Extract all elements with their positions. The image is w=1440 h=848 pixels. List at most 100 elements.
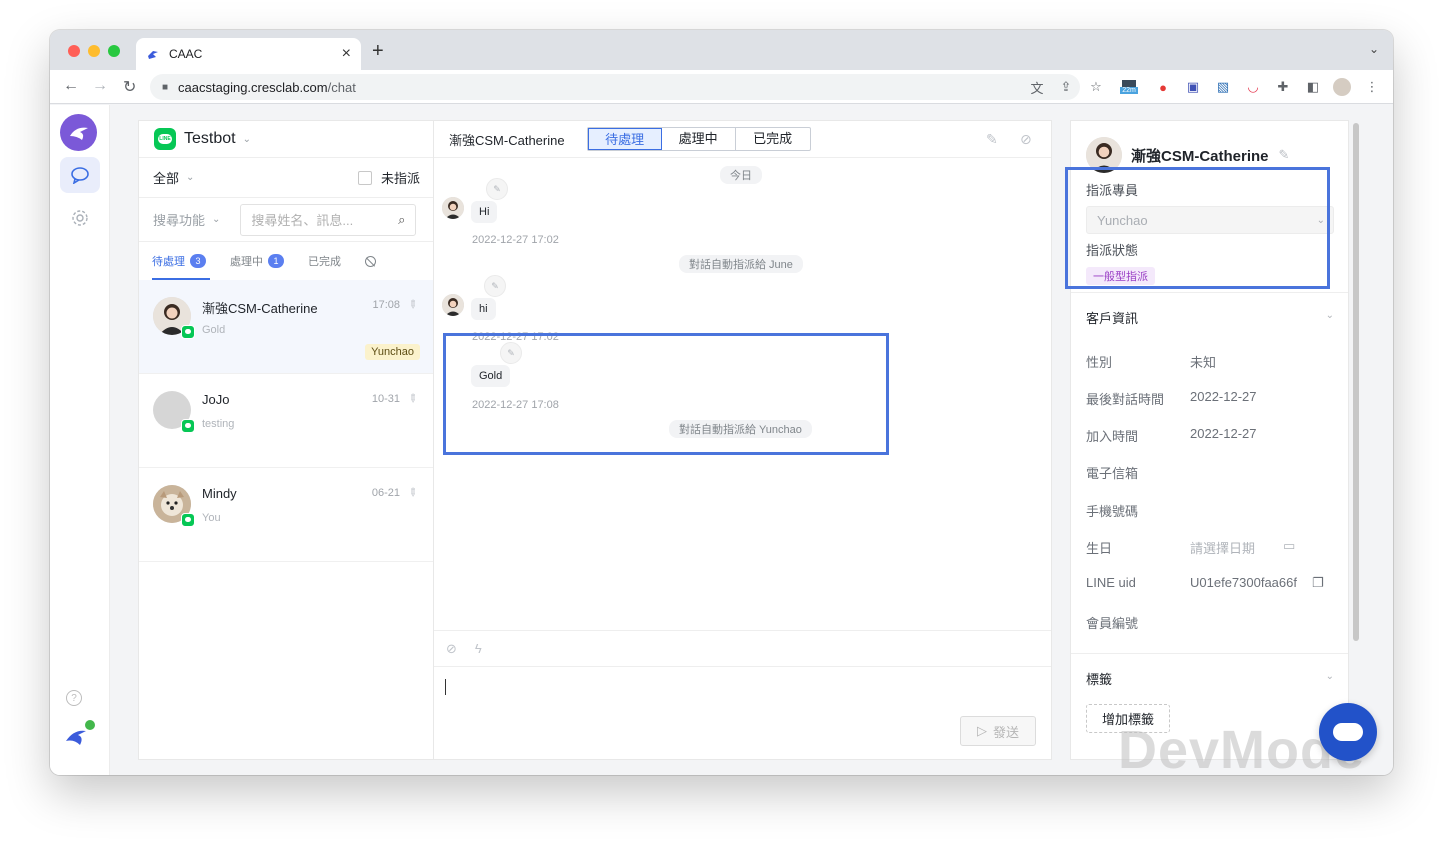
new-tab-button[interactable]: + <box>372 40 384 63</box>
profile-avatar[interactable] <box>1333 78 1351 96</box>
message-bubble: hi <box>471 298 496 320</box>
extension-s-icon[interactable]: ▧ <box>1214 78 1232 96</box>
field-label: 生日 <box>1086 541 1113 556</box>
send-label: 發送 <box>992 724 1019 740</box>
pin-icon[interactable]: ✎ <box>986 131 998 148</box>
unassigned-label: 未指派 <box>380 171 420 186</box>
pin-icon[interactable]: ✎ <box>405 297 421 312</box>
text-cursor[interactable] <box>445 679 446 695</box>
gear-icon <box>72 210 88 226</box>
tab-done[interactable]: 已完成 <box>308 253 341 269</box>
status-segmented-control: 待處理 處理中 已完成 <box>586 127 811 151</box>
conversation-item[interactable]: 漸強CSM-Catherine Gold 17:08 ✎ Yunchao <box>139 280 434 374</box>
field-label: 加入時間 <box>1086 429 1139 444</box>
bot-selector[interactable]: LINE Testbot ⌄ <box>139 121 434 158</box>
address-bar[interactable]: ■ caacstaging.cresclab.com/chat <box>150 74 1080 100</box>
last-message-time: 17:08 <box>372 299 400 311</box>
maximize-window-button[interactable] <box>108 45 120 57</box>
support-chat-button[interactable] <box>1319 703 1377 761</box>
close-window-button[interactable] <box>68 45 80 57</box>
reload-icon[interactable]: ↻ <box>123 77 136 97</box>
app-logo[interactable] <box>60 114 97 151</box>
block-icon[interactable]: ⊘ <box>1020 131 1032 148</box>
chat-nav-icon[interactable] <box>60 157 100 193</box>
status-done-button[interactable]: 已完成 <box>736 128 810 150</box>
extension-tag-icon[interactable]: ▣ <box>1184 78 1202 96</box>
extension-red-icon[interactable]: ● <box>1154 78 1172 96</box>
field-value: 2022-12-27 <box>1190 389 1257 404</box>
last-message-preview: Gold <box>202 324 226 336</box>
assignee-tag: Yunchao <box>365 344 420 360</box>
close-tab-icon[interactable]: × <box>342 45 351 63</box>
profile-scrollbar[interactable] <box>1353 123 1359 641</box>
copy-icon[interactable]: ❐ <box>1312 575 1324 591</box>
chevron-down-icon[interactable]: ⌄ <box>1326 671 1334 682</box>
chat-panel: 漸強CSM-Catherine 待處理 處理中 已完成 ✎ ⊘ 今日 ✎ Hi … <box>433 120 1052 760</box>
tab-in-progress[interactable]: 處理中 1 <box>230 253 284 269</box>
back-arrow-icon[interactable]: ← <box>63 77 79 95</box>
contact-name: 漸強CSM-Catherine <box>202 301 318 316</box>
extension-timer-icon[interactable]: 22m <box>1120 78 1138 96</box>
brand-mark-icon <box>64 719 96 754</box>
chevron-down-icon[interactable]: ⌄ <box>1326 310 1334 321</box>
date-divider: 今日 <box>720 166 762 184</box>
customer-info-title[interactable]: 客戶資訊 <box>1086 308 1138 327</box>
nav-rail: ? <box>50 105 110 775</box>
chat-bubble-icon <box>1333 723 1363 741</box>
filter-all-dropdown[interactable]: 全部 <box>153 168 179 187</box>
divider <box>1071 653 1348 654</box>
line-channel-icon <box>181 325 195 339</box>
bot-name: Testbot <box>184 130 236 147</box>
pin-icon[interactable]: ✎ <box>405 391 421 406</box>
status-pending-button[interactable]: 待處理 <box>587 128 662 150</box>
tab-strip: CAAC × + ⌄ <box>50 30 1393 70</box>
pocket-icon[interactable]: ◡ <box>1244 78 1262 96</box>
conversation-item[interactable]: Mindy You 06-21 ✎ <box>139 468 434 562</box>
quick-reply-icon[interactable]: ϟ <box>475 641 482 656</box>
browser-menu-icon[interactable]: ⋮ <box>1363 78 1381 96</box>
logo-mark-icon <box>69 127 88 140</box>
unassigned-checkbox[interactable] <box>357 170 372 185</box>
tags-title[interactable]: 標籤 <box>1086 669 1112 688</box>
profile-name: 漸強CSM-Catherine <box>1131 147 1269 165</box>
tab-blocked[interactable] <box>365 255 376 267</box>
pending-count-badge: 3 <box>190 254 206 268</box>
search-input[interactable]: 搜尋姓名、訊息... ⌕ <box>240 203 417 236</box>
conversation-item[interactable]: JoJo testing 10-31 ✎ <box>139 374 434 468</box>
bookmark-star-icon[interactable]: ☆ <box>1087 78 1105 96</box>
birthday-date-picker[interactable]: 請選擇日期 <box>1190 538 1255 557</box>
in-progress-count-badge: 1 <box>268 254 284 268</box>
calendar-icon[interactable]: ▭ <box>1283 538 1295 554</box>
chat-contact-name: 漸強CSM-Catherine <box>449 132 565 148</box>
pin-message-icon[interactable]: ✎ <box>484 275 506 297</box>
help-icon[interactable]: ? <box>66 690 82 706</box>
share-icon[interactable]: ⇪ <box>1057 78 1075 96</box>
message-time: 2022-12-27 17:02 <box>472 234 559 246</box>
divider <box>1071 292 1348 293</box>
settings-nav-icon[interactable] <box>60 200 100 236</box>
side-panel-icon[interactable]: ◧ <box>1304 78 1322 96</box>
search-scope-dropdown[interactable]: 搜尋功能 <box>153 210 205 229</box>
browser-tab[interactable]: CAAC × <box>136 38 361 70</box>
tab-search-chevron-icon[interactable]: ⌄ <box>1369 42 1379 56</box>
status-in-progress-button[interactable]: 處理中 <box>662 128 736 150</box>
avatar <box>442 294 464 316</box>
send-button[interactable]: ▷ 發送 <box>960 716 1036 746</box>
forward-arrow-icon[interactable]: → <box>92 77 108 95</box>
minimize-window-button[interactable] <box>88 45 100 57</box>
extensions-puzzle-icon[interactable]: ✚ <box>1274 78 1292 96</box>
tab-pending[interactable]: 待處理 3 <box>152 253 206 269</box>
search-icon[interactable]: ⌕ <box>398 212 405 228</box>
app-body: ? LINE Testbot ⌄ 全部 ⌄ 未指派 搜尋功能 ⌄ 搜尋姓名、訊息… <box>50 105 1393 775</box>
pin-icon[interactable]: ✎ <box>405 485 421 500</box>
browser-window: CAAC × + ⌄ ← → ↻ ■ caacstaging.cresclab.… <box>50 30 1393 775</box>
translate-icon[interactable]: 文 <box>1028 78 1046 96</box>
send-icon: ▷ <box>976 723 987 738</box>
field-value: 未知 <box>1190 355 1217 370</box>
line-channel-icon <box>181 513 195 527</box>
attachment-icon[interactable]: ⊘ <box>446 641 457 657</box>
pin-message-icon[interactable]: ✎ <box>486 178 508 200</box>
field-value: U01efe7300faa66f <box>1190 575 1297 590</box>
edit-pencil-icon[interactable]: ✎ <box>1279 147 1290 163</box>
chevron-down-icon: ⌄ <box>212 214 221 225</box>
